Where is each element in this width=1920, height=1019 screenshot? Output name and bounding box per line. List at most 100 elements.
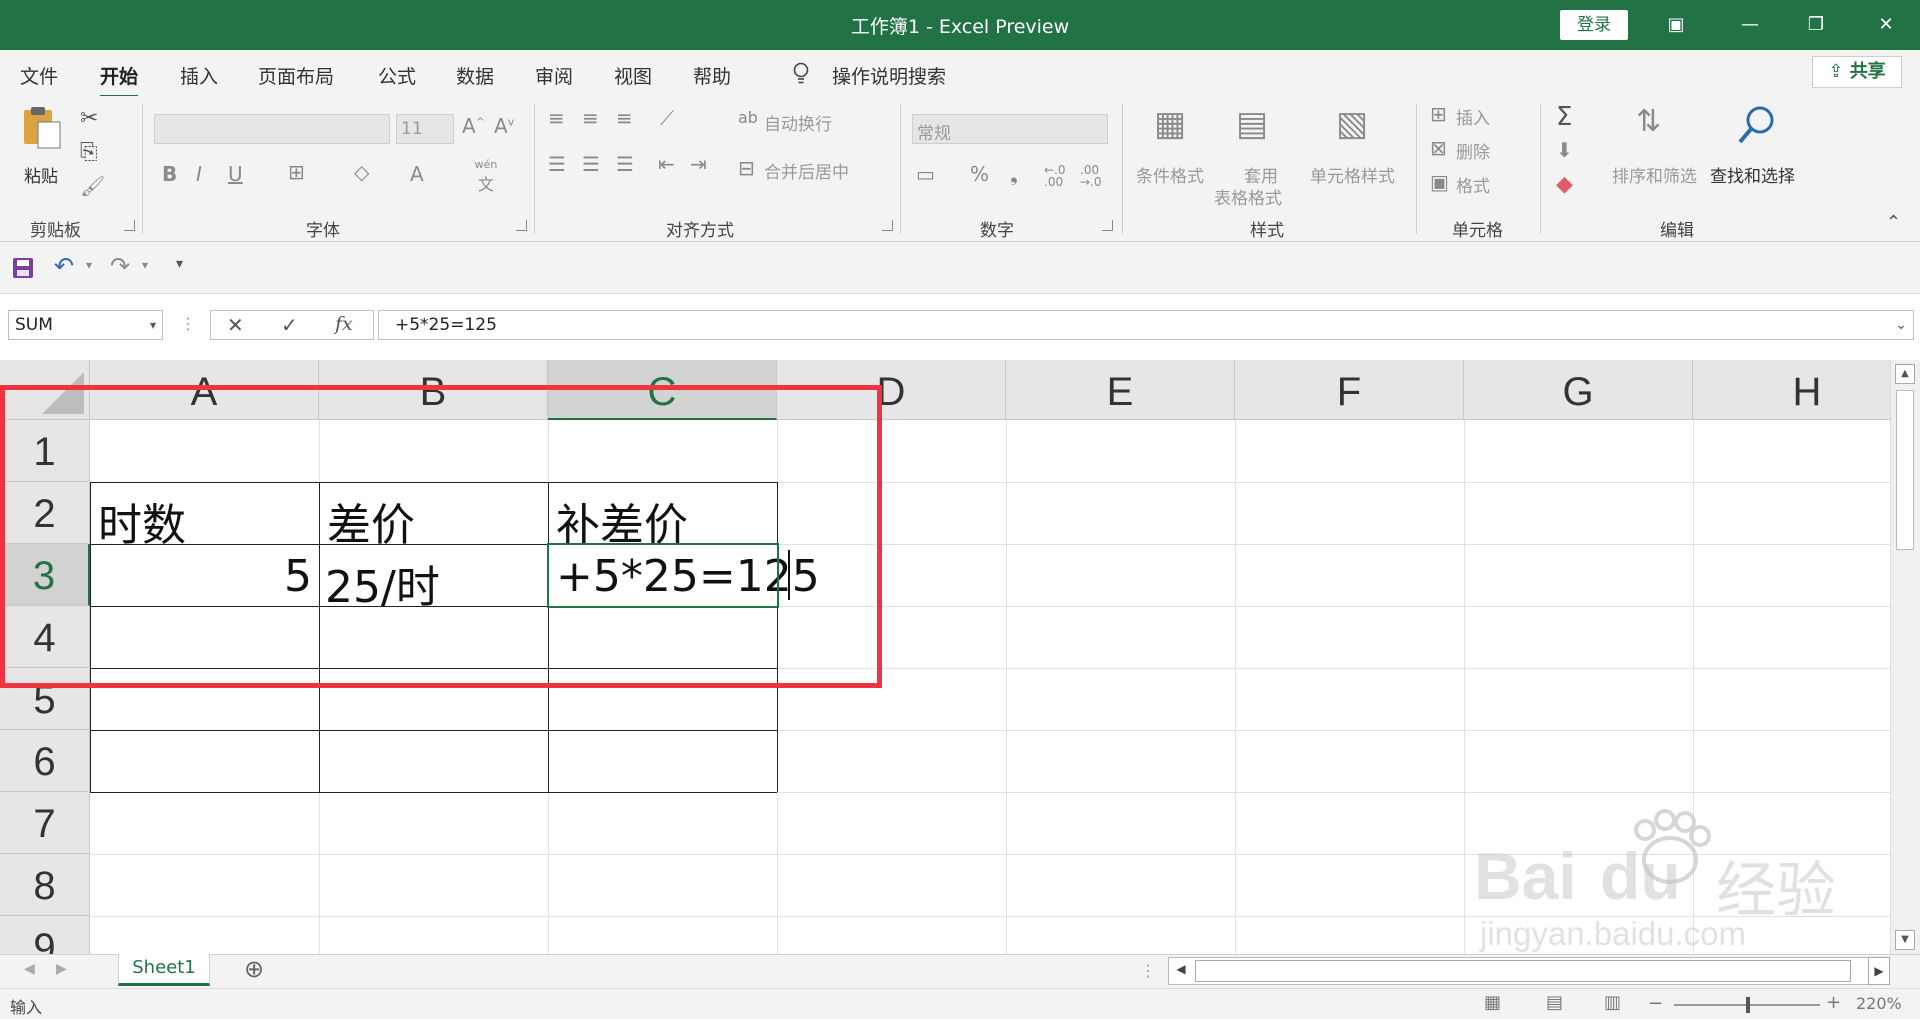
- minimize-icon[interactable]: —: [1720, 0, 1780, 50]
- decrease-indent-icon[interactable]: ⇤: [658, 152, 675, 176]
- expand-formula-bar-icon[interactable]: ⌄: [1895, 311, 1907, 339]
- column-header-e[interactable]: E: [1006, 360, 1235, 420]
- number-launcher-icon[interactable]: [1102, 220, 1113, 231]
- cancel-icon[interactable]: ✕: [227, 313, 244, 337]
- normal-view-icon[interactable]: ▦: [1484, 992, 1501, 1013]
- row-header-6[interactable]: 6: [0, 730, 90, 792]
- scroll-up-icon[interactable]: ▲: [1895, 364, 1915, 384]
- alignment-launcher-icon[interactable]: [882, 220, 893, 231]
- scroll-right-icon[interactable]: ▶: [1868, 957, 1890, 985]
- tab-help[interactable]: 帮助: [693, 62, 731, 89]
- insert-function-icon[interactable]: fx: [335, 313, 353, 335]
- collapse-ribbon-icon[interactable]: ⌃: [1886, 212, 1901, 233]
- tab-page-layout[interactable]: 页面布局: [258, 62, 334, 89]
- percent-icon[interactable]: %: [970, 162, 989, 186]
- tab-review[interactable]: 审阅: [535, 62, 573, 89]
- fill-icon[interactable]: ⬇: [1556, 138, 1573, 162]
- tab-file[interactable]: 文件: [20, 62, 58, 89]
- save-icon[interactable]: [12, 257, 34, 279]
- number-format-select[interactable]: 常规: [912, 114, 1108, 144]
- customize-qat-icon[interactable]: ▾: [176, 256, 183, 272]
- decrease-decimal-icon[interactable]: .00 →.0: [1080, 164, 1110, 188]
- align-bottom-icon[interactable]: ≡: [616, 106, 633, 130]
- conditional-formatting-button[interactable]: ▦ 条件格式: [1134, 104, 1210, 204]
- formula-bar-grip-icon[interactable]: ⋮: [180, 314, 196, 333]
- share-button[interactable]: ⇪ 共享: [1812, 56, 1902, 88]
- vertical-scrollbar[interactable]: ▲ ▼: [1890, 360, 1920, 954]
- restore-icon[interactable]: ❐: [1786, 0, 1846, 50]
- scroll-left-icon[interactable]: ◀: [1171, 962, 1191, 980]
- align-top-icon[interactable]: ≡: [548, 106, 565, 130]
- font-launcher-icon[interactable]: [516, 220, 527, 231]
- merge-center-button[interactable]: ⊟ 合并后居中: [738, 156, 888, 186]
- row-header-9[interactable]: 9: [0, 916, 90, 954]
- align-right-icon[interactable]: ☰: [616, 152, 634, 176]
- prev-sheet-icon[interactable]: ◀: [24, 961, 35, 977]
- redo-dropdown-icon[interactable]: ▾: [142, 258, 148, 272]
- format-cells-button[interactable]: ▣ 格式: [1430, 170, 1520, 200]
- delete-cells-button[interactable]: ⊠ 删除: [1430, 136, 1520, 166]
- page-layout-view-icon[interactable]: ▤: [1546, 992, 1563, 1013]
- enter-icon[interactable]: ✓: [281, 313, 298, 337]
- scroll-down-icon[interactable]: ▼: [1895, 930, 1915, 950]
- decrease-font-icon[interactable]: Av: [494, 114, 514, 138]
- tab-split-icon[interactable]: ⋮: [1140, 961, 1156, 980]
- align-middle-icon[interactable]: ≡: [582, 106, 599, 130]
- orientation-icon[interactable]: ⟋: [660, 106, 674, 130]
- formula-input[interactable]: +5*25=125 ⌄: [378, 310, 1914, 340]
- borders-icon[interactable]: ⊞: [288, 160, 305, 184]
- increase-indent-icon[interactable]: ⇥: [690, 152, 707, 176]
- tab-data[interactable]: 数据: [456, 62, 494, 89]
- column-header-h[interactable]: H: [1693, 360, 1890, 420]
- phonetic-icon[interactable]: wén 文: [472, 158, 500, 194]
- autosum-icon[interactable]: Σ: [1556, 102, 1572, 132]
- page-break-preview-icon[interactable]: ▥: [1604, 992, 1621, 1013]
- tab-formulas[interactable]: 公式: [378, 62, 416, 89]
- accounting-format-icon[interactable]: ▭: [916, 162, 935, 186]
- copy-icon[interactable]: ⎘: [80, 140, 98, 165]
- name-box[interactable]: SUM ▾: [8, 310, 163, 340]
- tab-view[interactable]: 视图: [614, 62, 652, 89]
- add-sheet-icon[interactable]: ⊕: [244, 955, 264, 983]
- clear-icon[interactable]: ◆: [1556, 172, 1573, 197]
- undo-dropdown-icon[interactable]: ▾: [86, 258, 92, 272]
- zoom-slider-thumb[interactable]: [1746, 997, 1750, 1013]
- underline-icon[interactable]: U: [228, 162, 243, 186]
- tab-insert[interactable]: 插入: [180, 62, 218, 89]
- format-as-table-button[interactable]: ▤ 套用 表格格式: [1214, 104, 1300, 209]
- undo-icon[interactable]: ↶: [54, 252, 74, 280]
- insert-cells-button[interactable]: ⊞ 插入: [1430, 102, 1520, 132]
- fill-color-icon[interactable]: ◇: [354, 160, 369, 184]
- clipboard-launcher-icon[interactable]: [124, 220, 135, 231]
- cut-icon[interactable]: ✂: [80, 106, 98, 131]
- align-center-icon[interactable]: ☰: [582, 152, 600, 176]
- column-header-f[interactable]: F: [1235, 360, 1464, 420]
- column-header-g[interactable]: G: [1464, 360, 1693, 420]
- bold-icon[interactable]: B: [162, 162, 177, 186]
- wrap-text-button[interactable]: ab 自动换行: [738, 108, 868, 138]
- login-button[interactable]: 登录: [1560, 10, 1628, 40]
- font-size-select[interactable]: 11: [396, 114, 454, 144]
- font-color-icon[interactable]: A: [410, 162, 424, 186]
- font-name-select[interactable]: [154, 114, 390, 144]
- zoom-out-icon[interactable]: −: [1648, 993, 1663, 1014]
- close-icon[interactable]: ✕: [1856, 0, 1916, 50]
- redo-icon[interactable]: ↷: [110, 252, 130, 280]
- vertical-scroll-thumb[interactable]: [1896, 390, 1914, 550]
- find-select-button[interactable]: 查找和选择: [1708, 104, 1804, 204]
- format-painter-icon[interactable]: 🖌: [80, 174, 105, 198]
- paste-button[interactable]: 粘贴: [18, 104, 70, 199]
- zoom-slider[interactable]: [1674, 997, 1820, 1013]
- ribbon-display-options-icon[interactable]: ▣: [1646, 0, 1706, 50]
- next-sheet-icon[interactable]: ▶: [56, 961, 67, 977]
- sort-filter-button[interactable]: ⇅ 排序和筛选: [1612, 104, 1704, 204]
- increase-font-icon[interactable]: A^: [462, 114, 485, 138]
- sheet-tab-sheet1[interactable]: Sheet1: [118, 954, 210, 986]
- name-box-dropdown-icon[interactable]: ▾: [150, 311, 156, 339]
- zoom-in-icon[interactable]: +: [1826, 992, 1841, 1013]
- zoom-level[interactable]: 220%: [1856, 994, 1902, 1013]
- cell-styles-button[interactable]: ▧ 单元格样式: [1308, 104, 1404, 204]
- tab-home[interactable]: 开始: [100, 62, 139, 98]
- horizontal-scrollbar[interactable]: ◀: [1168, 957, 1880, 985]
- horizontal-scroll-thumb[interactable]: [1195, 960, 1851, 982]
